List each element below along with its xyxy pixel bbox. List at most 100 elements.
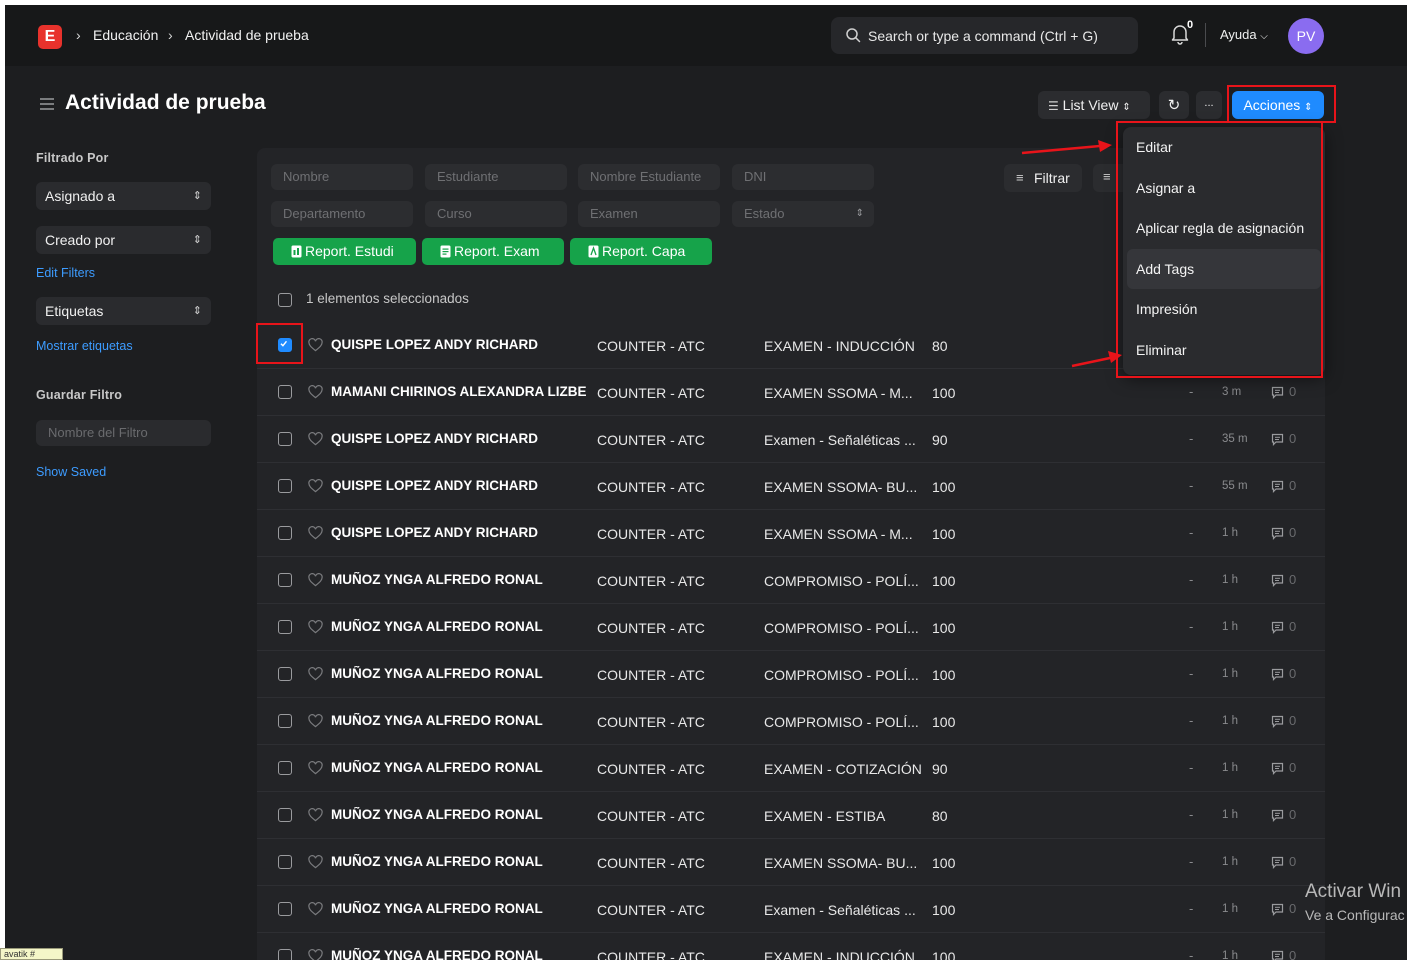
- table-row[interactable]: QUISPE LOPEZ ANDY RICHARD COUNTER - ATC EX…: [257, 463, 1325, 510]
- row-checkbox[interactable]: [278, 479, 292, 493]
- menu-item-add-tags[interactable]: Add Tags: [1127, 249, 1321, 289]
- table-row[interactable]: QUISPE LOPEZ ANDY RICHARD COUNTER - ATC EX…: [257, 510, 1325, 557]
- comment-icon: [1271, 903, 1284, 916]
- heart-icon[interactable]: [308, 526, 323, 540]
- table-row[interactable]: MUÑOZ YNGA ALFREDO RONAL COUNTER - ATC EXA…: [257, 745, 1325, 792]
- show-saved-link[interactable]: Show Saved: [36, 465, 106, 479]
- table-row[interactable]: MUÑOZ YNGA ALFREDO RONAL COUNTER - ATC EXA…: [257, 933, 1325, 960]
- filter-dni-input[interactable]: DNI: [732, 164, 874, 190]
- table-row[interactable]: MAMANI CHIRINOS ALEXANDRA LIZBE COUNTER -…: [257, 369, 1325, 416]
- row-checkbox[interactable]: [278, 667, 292, 681]
- list-view-button[interactable]: ☰ List View ⇕: [1038, 91, 1150, 119]
- show-tags-link[interactable]: Mostrar etiquetas: [36, 339, 133, 353]
- heart-icon[interactable]: [308, 855, 323, 869]
- row-exam: EXAMEN SSOMA- BU...: [764, 479, 918, 495]
- heart-icon[interactable]: [308, 385, 323, 399]
- heart-icon[interactable]: [308, 479, 323, 493]
- user-avatar[interactable]: PV: [1288, 18, 1324, 54]
- help-menu[interactable]: Ayuda ⌵: [1220, 27, 1268, 42]
- table-row[interactable]: MUÑOZ YNGA ALFREDO RONAL COUNTER - ATC COM…: [257, 651, 1325, 698]
- row-student-name[interactable]: MUÑOZ YNGA ALFREDO RONAL: [331, 619, 586, 634]
- reload-button[interactable]: ↻: [1159, 91, 1189, 119]
- menu-item-editar[interactable]: Editar: [1127, 127, 1321, 167]
- heart-icon[interactable]: [308, 667, 323, 681]
- row-student-name[interactable]: QUISPE LOPEZ ANDY RICHARD: [331, 478, 586, 493]
- row-checkbox[interactable]: [278, 573, 292, 587]
- breadcrumb-educacion[interactable]: Educación: [93, 27, 158, 43]
- row-student-name[interactable]: QUISPE LOPEZ ANDY RICHARD: [331, 525, 586, 540]
- heart-icon[interactable]: [308, 902, 323, 916]
- row-student-name[interactable]: MUÑOZ YNGA ALFREDO RONAL: [331, 713, 586, 728]
- report-exam-label: Report. Exam: [454, 243, 540, 259]
- table-row[interactable]: MUÑOZ YNGA ALFREDO RONAL COUNTER - ATC EXA…: [257, 839, 1325, 886]
- table-row[interactable]: MUÑOZ YNGA ALFREDO RONAL COUNTER - ATC COM…: [257, 604, 1325, 651]
- row-checkbox[interactable]: [278, 761, 292, 775]
- menu-item-asignar[interactable]: Asignar a: [1127, 168, 1321, 208]
- row-student-name[interactable]: MAMANI CHIRINOS ALEXANDRA LIZBE: [331, 384, 586, 399]
- table-row[interactable]: QUISPE LOPEZ ANDY RICHARD COUNTER - ATC Ex…: [257, 416, 1325, 463]
- menu-item-eliminar[interactable]: Eliminar: [1127, 330, 1321, 370]
- row-student-name[interactable]: MUÑOZ YNGA ALFREDO RONAL: [331, 901, 586, 916]
- filter-by-heading: Filtrado Por: [36, 151, 109, 165]
- filter-name-input[interactable]: Nombre del Filtro: [36, 420, 211, 446]
- table-row[interactable]: MUÑOZ YNGA ALFREDO RONAL COUNTER - ATC COM…: [257, 557, 1325, 604]
- row-exam: EXAMEN - ESTIBA: [764, 808, 886, 824]
- filter-estudiante-input[interactable]: Estudiante: [425, 164, 567, 190]
- heart-icon[interactable]: [308, 949, 323, 960]
- filter-nombre-estudiante-input[interactable]: Nombre Estudiante: [578, 164, 720, 190]
- more-options-button[interactable]: ...: [1196, 91, 1222, 119]
- edit-filters-link[interactable]: Edit Filters: [36, 266, 95, 280]
- row-checkbox[interactable]: [278, 949, 292, 960]
- report-exam-button[interactable]: Report. Exam: [422, 238, 564, 265]
- filter-estado-select[interactable]: Estado ⇕: [732, 201, 874, 227]
- filter-curso-input[interactable]: Curso: [425, 201, 567, 227]
- row-checkbox[interactable]: [278, 338, 292, 352]
- row-student-name[interactable]: MUÑOZ YNGA ALFREDO RONAL: [331, 572, 586, 587]
- row-student-name[interactable]: QUISPE LOPEZ ANDY RICHARD: [331, 431, 586, 446]
- row-checkbox[interactable]: [278, 808, 292, 822]
- heart-icon[interactable]: [308, 573, 323, 587]
- row-checkbox[interactable]: [278, 714, 292, 728]
- row-student-name[interactable]: MUÑOZ YNGA ALFREDO RONAL: [331, 666, 586, 681]
- table-row[interactable]: MUÑOZ YNGA ALFREDO RONAL COUNTER - ATC EXA…: [257, 792, 1325, 839]
- app-logo[interactable]: E: [38, 25, 62, 49]
- filter-nombre-input[interactable]: Nombre: [271, 164, 413, 190]
- table-row[interactable]: MUÑOZ YNGA ALFREDO RONAL COUNTER - ATC Exa…: [257, 886, 1325, 933]
- report-capa-button[interactable]: Report. Capa: [570, 238, 712, 265]
- row-checkbox[interactable]: [278, 526, 292, 540]
- menu-item-aplicar-regla[interactable]: Aplicar regla de asignación: [1127, 208, 1321, 248]
- row-student-name[interactable]: MUÑOZ YNGA ALFREDO RONAL: [331, 807, 586, 822]
- filter-examen-input[interactable]: Examen: [578, 201, 720, 227]
- created-by-select[interactable]: Creado por ⇕: [36, 226, 211, 254]
- row-student-name[interactable]: QUISPE LOPEZ ANDY RICHARD: [331, 337, 586, 352]
- row-checkbox[interactable]: [278, 855, 292, 869]
- report-estudi-button[interactable]: Report. Estudi: [273, 238, 416, 265]
- row-checkbox[interactable]: [278, 385, 292, 399]
- select-all-checkbox[interactable]: [278, 293, 292, 307]
- menu-item-impresion[interactable]: Impresión: [1127, 289, 1321, 329]
- heart-icon[interactable]: [308, 620, 323, 634]
- row-checkbox[interactable]: [278, 620, 292, 634]
- table-row[interactable]: MUÑOZ YNGA ALFREDO RONAL COUNTER - ATC COM…: [257, 698, 1325, 745]
- row-checkbox[interactable]: [278, 902, 292, 916]
- filter-departamento-input[interactable]: Departamento: [271, 201, 413, 227]
- row-student-name[interactable]: MUÑOZ YNGA ALFREDO RONAL: [331, 760, 586, 775]
- heart-icon[interactable]: [308, 338, 323, 352]
- heart-icon[interactable]: [308, 432, 323, 446]
- sort-button[interactable]: ≡: [1093, 164, 1123, 192]
- heart-icon[interactable]: [308, 761, 323, 775]
- actions-button[interactable]: Acciones ⇕: [1232, 91, 1324, 119]
- assigned-to-select[interactable]: Asignado a ⇕: [36, 182, 211, 210]
- row-modified-time: 1 h: [1222, 809, 1238, 821]
- row-student-name[interactable]: MUÑOZ YNGA ALFREDO RONAL: [331, 948, 586, 960]
- breadcrumb-actividad[interactable]: Actividad de prueba: [185, 27, 309, 43]
- row-checkbox[interactable]: [278, 432, 292, 446]
- row-score: 100: [932, 385, 956, 401]
- row-student-name[interactable]: MUÑOZ YNGA ALFREDO RONAL: [331, 854, 586, 869]
- heart-icon[interactable]: [308, 808, 323, 822]
- heart-icon[interactable]: [308, 714, 323, 728]
- search-bar[interactable]: Search or type a command (Ctrl + G): [831, 17, 1138, 54]
- sidebar-toggle-icon[interactable]: [39, 97, 55, 111]
- tags-select[interactable]: Etiquetas ⇕: [36, 297, 211, 325]
- filter-button[interactable]: ≡ Filtrar: [1004, 164, 1082, 192]
